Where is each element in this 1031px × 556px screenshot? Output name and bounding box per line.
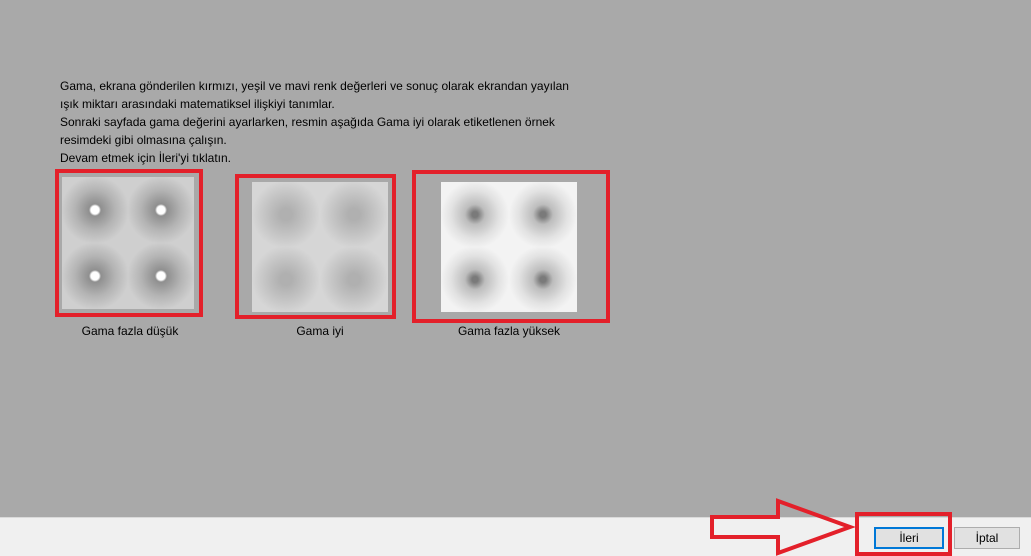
gamma-info-panel: Gama, ekrana gönderilen kırmızı, yeşil v… (0, 0, 1031, 517)
highlight-frame (412, 170, 610, 323)
sample-label: Gama fazla yüksek (457, 324, 561, 338)
cancel-button[interactable]: İptal (954, 527, 1020, 549)
description-line: Devam etmek için İleri'yi tıklatın. (60, 151, 232, 165)
sample-label: Gama fazla düşük (81, 324, 179, 338)
description-text: Gama, ekrana gönderilen kırmızı, yeşil v… (60, 77, 660, 167)
description-line: resimdeki gibi olmasına çalışın. (60, 133, 227, 147)
description-line: Sonraki sayfada gama değerini ayarlarken… (60, 115, 555, 129)
highlight-frame (55, 169, 203, 317)
arrow-icon (710, 498, 856, 556)
highlight-frame (235, 174, 396, 319)
description-line: ışık miktarı arasındaki matematiksel ili… (60, 97, 335, 111)
sample-label: Gama iyi (296, 324, 344, 338)
next-button[interactable]: İleri (874, 527, 944, 549)
description-line: Gama, ekrana gönderilen kırmızı, yeşil v… (60, 79, 569, 93)
